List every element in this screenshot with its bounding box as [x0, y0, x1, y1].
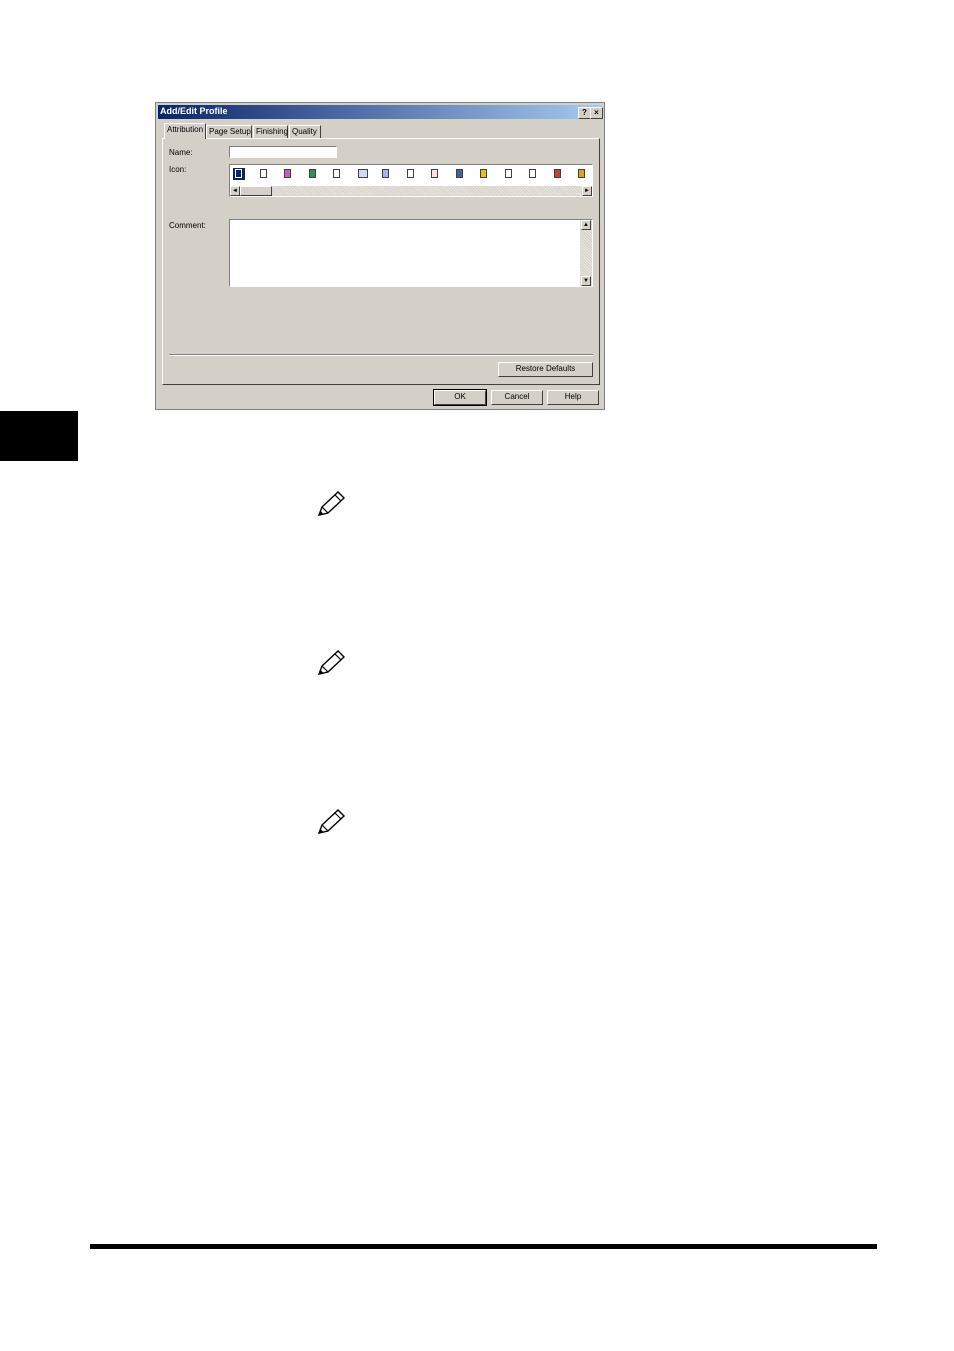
tab-quality[interactable]: Quality	[289, 125, 321, 138]
icon-list[interactable]: ◄ ►	[229, 164, 593, 197]
tab-attribution[interactable]: Attribution	[164, 123, 206, 139]
name-input[interactable]	[229, 146, 337, 158]
grid-doc-icon[interactable]	[233, 168, 245, 180]
title-bar[interactable]: Add/Edit Profile ? ×	[158, 105, 603, 119]
table-doc-icon[interactable]	[356, 168, 368, 180]
pencil-note-icon	[317, 650, 346, 675]
report-doc-icon[interactable]	[527, 168, 539, 180]
restore-defaults-button[interactable]: Restore Defaults	[498, 362, 593, 377]
scroll-left-icon[interactable]: ◄	[230, 186, 240, 196]
help-button[interactable]: Help	[547, 390, 599, 405]
ok-button[interactable]: OK	[433, 389, 487, 406]
scroll-thumb[interactable]	[240, 186, 272, 196]
scroll-down-icon[interactable]: ▼	[581, 276, 591, 286]
attribution-panel: Name: Icon: ◄ ► Comment: ▲ ▼ Restore Def…	[162, 138, 600, 385]
close-icon[interactable]: ×	[590, 107, 603, 119]
panel-divider	[169, 354, 593, 356]
tab-finishing[interactable]: Finishing	[253, 125, 288, 138]
scroll-up-icon[interactable]: ▲	[581, 220, 591, 230]
tab-page-setup[interactable]: Page Setup	[206, 125, 252, 138]
comment-vertical-scrollbar[interactable]: ▲ ▼	[580, 220, 592, 286]
chapter-tab	[0, 411, 78, 461]
icon-label: Icon:	[169, 165, 187, 174]
image-doc-icon[interactable]	[307, 168, 319, 180]
footer-rule	[90, 1244, 877, 1249]
photo-doc-icon[interactable]	[454, 168, 466, 180]
add-edit-profile-dialog: Add/Edit Profile ? × Attribution Page Se…	[155, 102, 605, 410]
comment-textarea[interactable]: ▲ ▼	[229, 219, 593, 287]
chart-doc-icon[interactable]	[380, 168, 392, 180]
comment-label: Comment:	[169, 221, 206, 230]
pencil-note-icon	[317, 809, 346, 834]
dialog-title: Add/Edit Profile	[160, 106, 228, 116]
color-doc-icon[interactable]	[478, 168, 490, 180]
form-doc-icon[interactable]	[503, 168, 515, 180]
memo-doc-icon[interactable]	[429, 168, 441, 180]
person-doc-icon[interactable]	[576, 168, 588, 180]
cancel-button[interactable]: Cancel	[491, 390, 543, 405]
gear-doc-icon[interactable]	[552, 168, 564, 180]
signature-doc-icon[interactable]	[405, 168, 417, 180]
icon-horizontal-scrollbar[interactable]: ◄ ►	[230, 186, 592, 196]
scroll-right-icon[interactable]: ►	[582, 186, 592, 196]
layout-doc-icon[interactable]	[282, 168, 294, 180]
list-doc-icon[interactable]	[331, 168, 343, 180]
name-label: Name:	[169, 148, 193, 157]
pencil-note-icon	[317, 491, 346, 516]
text-doc-icon[interactable]	[258, 168, 270, 180]
